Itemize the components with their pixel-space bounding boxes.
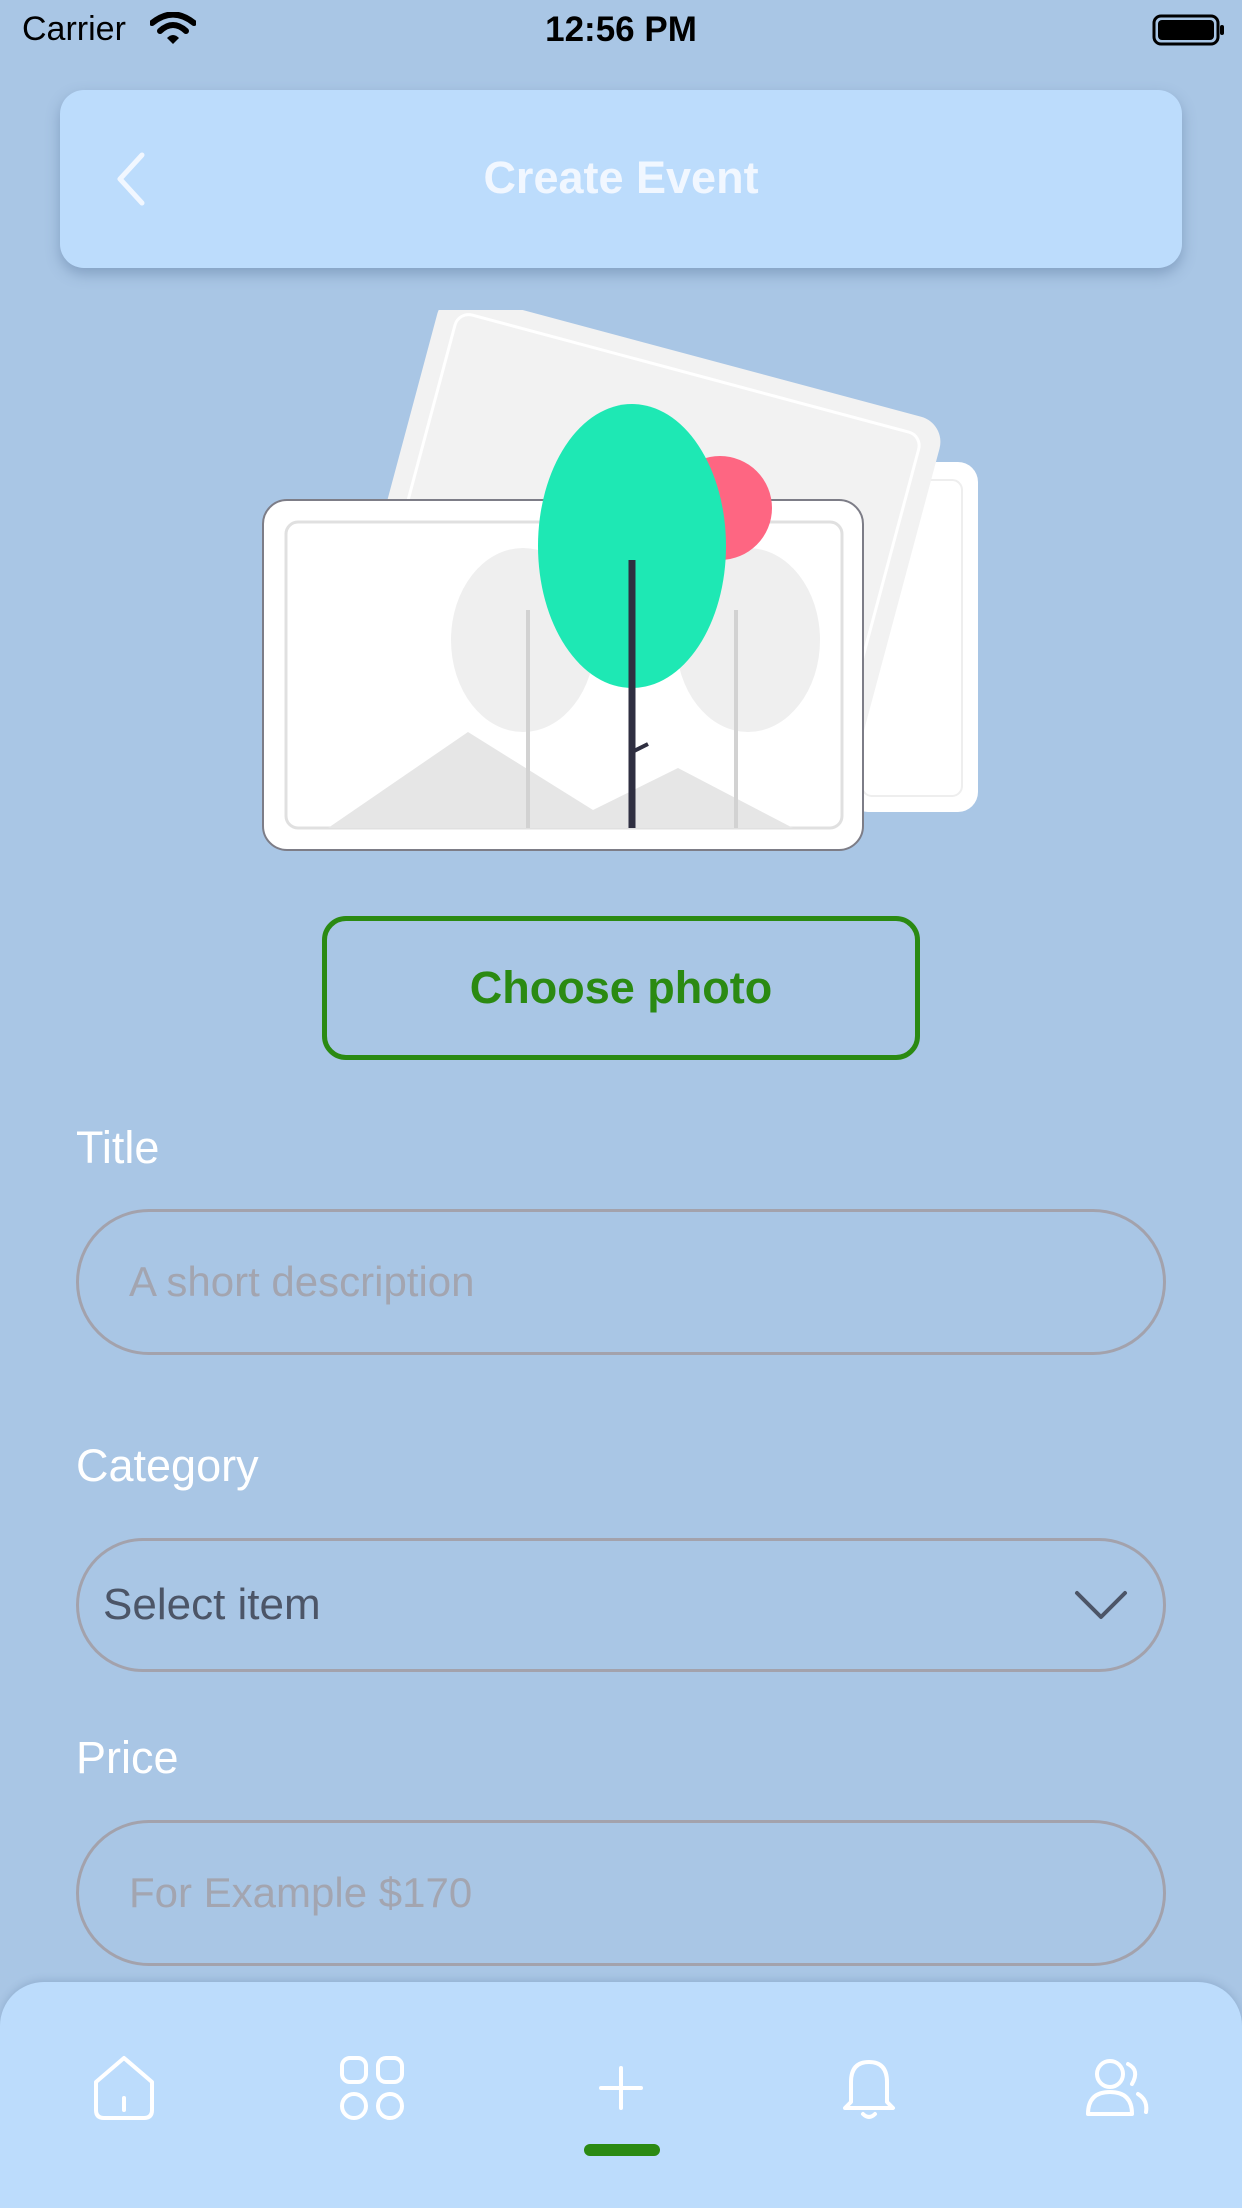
photo-placeholder-illustration (262, 310, 978, 851)
bottom-tab-bar (0, 1982, 1242, 2208)
category-label: Category (76, 1440, 259, 1491)
tab-categories[interactable] (322, 2038, 422, 2138)
category-selected-value: Select item (103, 1580, 321, 1629)
title-placeholder: A short description (129, 1258, 475, 1305)
grid-icon (340, 2056, 404, 2120)
tab-create[interactable] (571, 2038, 671, 2138)
chevron-down-icon (1075, 1591, 1127, 1619)
page-title: Create Event (483, 152, 759, 203)
plus-icon (599, 2066, 643, 2110)
clock: 12:56 PM (545, 10, 697, 49)
home-icon (94, 2056, 154, 2120)
tab-profile[interactable] (1068, 2038, 1168, 2138)
price-label: Price (76, 1732, 179, 1783)
title-input[interactable]: A short description (76, 1209, 1166, 1355)
active-tab-indicator (584, 2144, 660, 2156)
price-placeholder: For Example $170 (129, 1869, 473, 1916)
tab-notifications[interactable] (819, 2038, 919, 2138)
price-input[interactable]: For Example $170 (76, 1820, 1166, 1966)
users-icon (1086, 2059, 1149, 2116)
choose-photo-button[interactable]: Choose photo (322, 916, 920, 1060)
battery-icon (1152, 14, 1224, 46)
status-bar: Carrier 12:56 PM (0, 0, 1242, 60)
header-bar: Create Event (60, 90, 1182, 268)
tab-home[interactable] (74, 2038, 174, 2138)
category-select[interactable]: Select item (76, 1538, 1166, 1672)
title-label: Title (76, 1122, 160, 1173)
create-event-screen: Carrier 12:56 PM Create Event Choose pho… (0, 0, 1242, 2208)
bell-icon (843, 2060, 895, 2119)
